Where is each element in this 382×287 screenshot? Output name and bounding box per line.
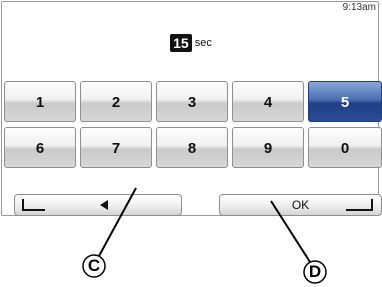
corner-bracket-left-icon [22,199,45,211]
key-3[interactable]: 3 [156,81,228,122]
corner-bracket-right-icon [346,199,373,211]
key-4[interactable]: 4 [232,81,304,122]
left-triangle-icon [100,200,108,210]
timer-unit: sec [194,37,212,49]
key-0[interactable]: 0 [308,127,382,168]
key-2[interactable]: 2 [80,81,152,122]
ok-button[interactable]: OK [219,194,382,216]
screen: 9:13am 15 sec 1 2 3 4 5 6 7 8 9 0 OK [0,0,382,218]
callout-c-label: C [87,256,101,275]
key-6[interactable]: 6 [4,127,76,168]
callout-d: D [303,260,327,284]
key-7[interactable]: 7 [80,127,152,168]
key-5[interactable]: 5 [308,81,382,122]
callout-d-label: D [308,262,322,281]
key-1[interactable]: 1 [4,81,76,122]
timer-value: 15 [170,34,192,52]
callout-c: C [82,254,106,278]
ok-label: OK [291,198,310,212]
key-8[interactable]: 8 [156,127,228,168]
timer-display: 15 sec [0,34,382,52]
key-9[interactable]: 9 [232,127,304,168]
backspace-button[interactable] [14,194,182,216]
status-clock: 9:13am [342,2,376,13]
